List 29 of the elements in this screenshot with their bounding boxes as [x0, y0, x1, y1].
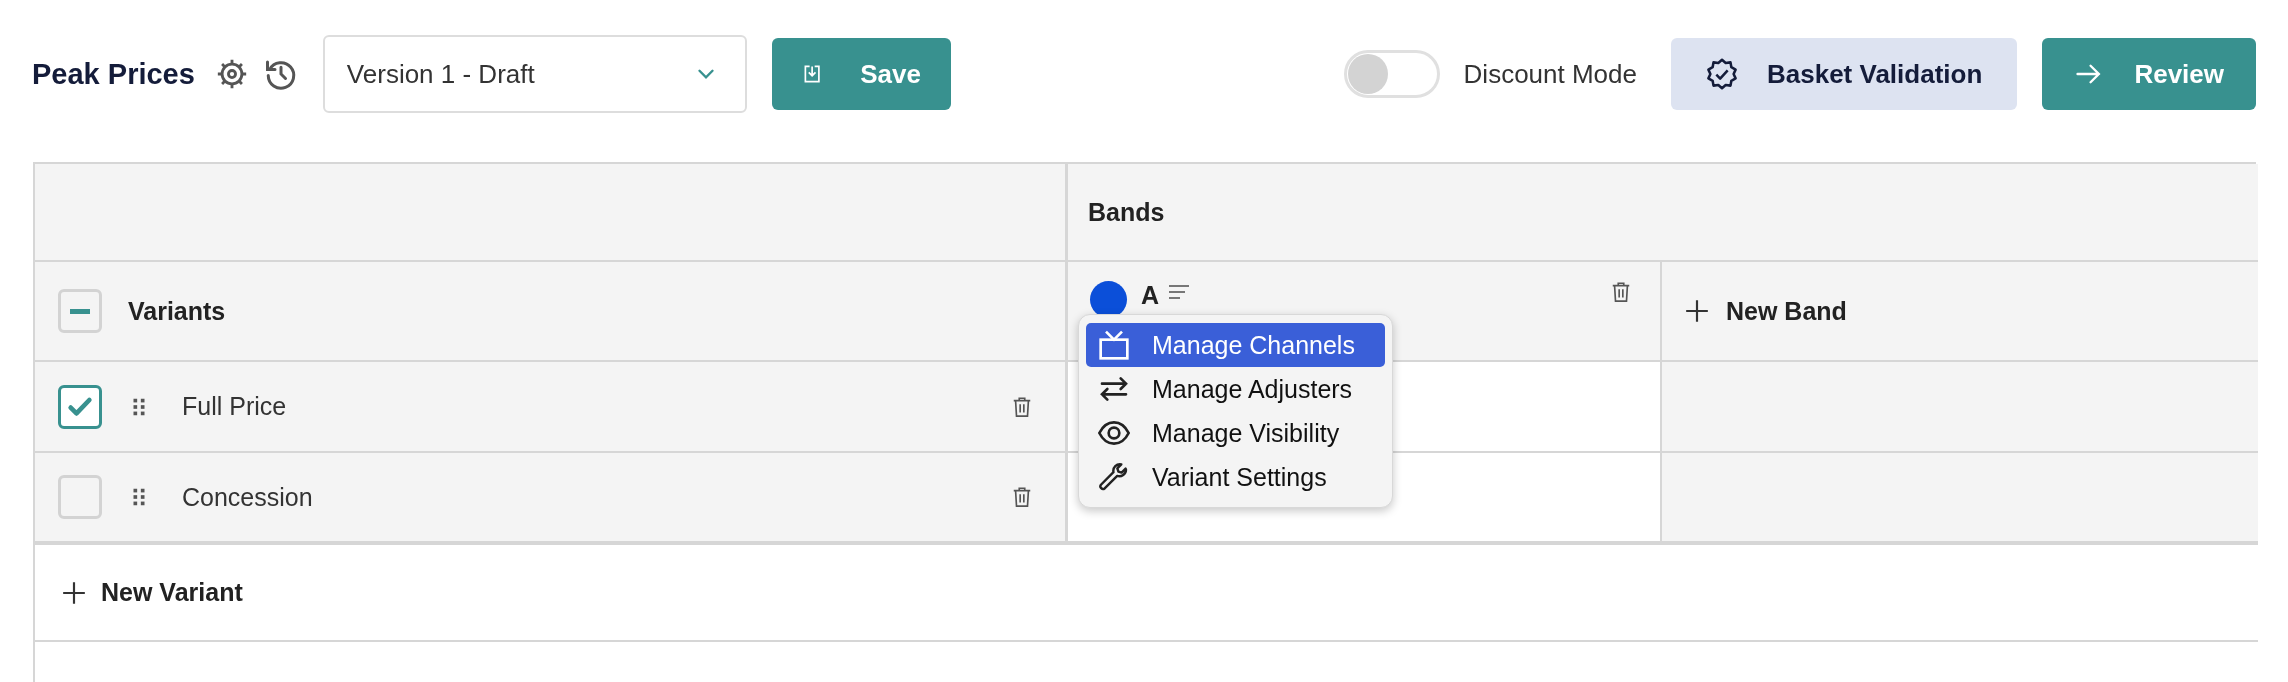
basket-validation-button[interactable]: Basket Validation: [1671, 38, 2017, 110]
new-band-button[interactable]: New Band: [1684, 296, 1847, 326]
trash-icon[interactable]: [1610, 281, 1632, 303]
review-button[interactable]: Review: [2042, 38, 2256, 110]
select-all-checkbox[interactable]: [58, 289, 102, 333]
version-dropdown[interactable]: Version 1 - Draft: [322, 35, 747, 113]
row-checkbox[interactable]: [58, 384, 102, 429]
menu-item[interactable]: Manage Channels: [1086, 323, 1385, 367]
tv-icon: [1098, 329, 1130, 361]
new-variant-button[interactable]: New Variant: [61, 578, 243, 607]
minus-icon: [70, 308, 90, 314]
band-name: A: [1141, 281, 1160, 310]
toggle-label: Discount Mode: [1463, 58, 1637, 90]
menu-item[interactable]: Manage Adjusters: [1086, 367, 1385, 411]
wrench-icon: [1098, 461, 1130, 493]
variant-name: Full Price: [182, 392, 287, 421]
column-group-header: Bands: [1088, 197, 1165, 227]
toggle-switch[interactable]: [1343, 50, 1440, 98]
trash-icon[interactable]: [1011, 395, 1033, 418]
variant-name: Concession: [182, 482, 313, 512]
column-header: Variants: [128, 296, 226, 326]
menu-item[interactable]: Variant Settings: [1086, 455, 1385, 499]
trash-icon[interactable]: [1011, 486, 1033, 508]
menu-item[interactable]: Manage Visibility: [1086, 411, 1385, 455]
page-title: Peak Prices: [32, 57, 195, 91]
plus-icon: [1684, 298, 1710, 324]
badge-check-icon: [1705, 57, 1739, 91]
plus-icon: [61, 579, 87, 606]
save-button[interactable]: Save: [771, 38, 951, 110]
